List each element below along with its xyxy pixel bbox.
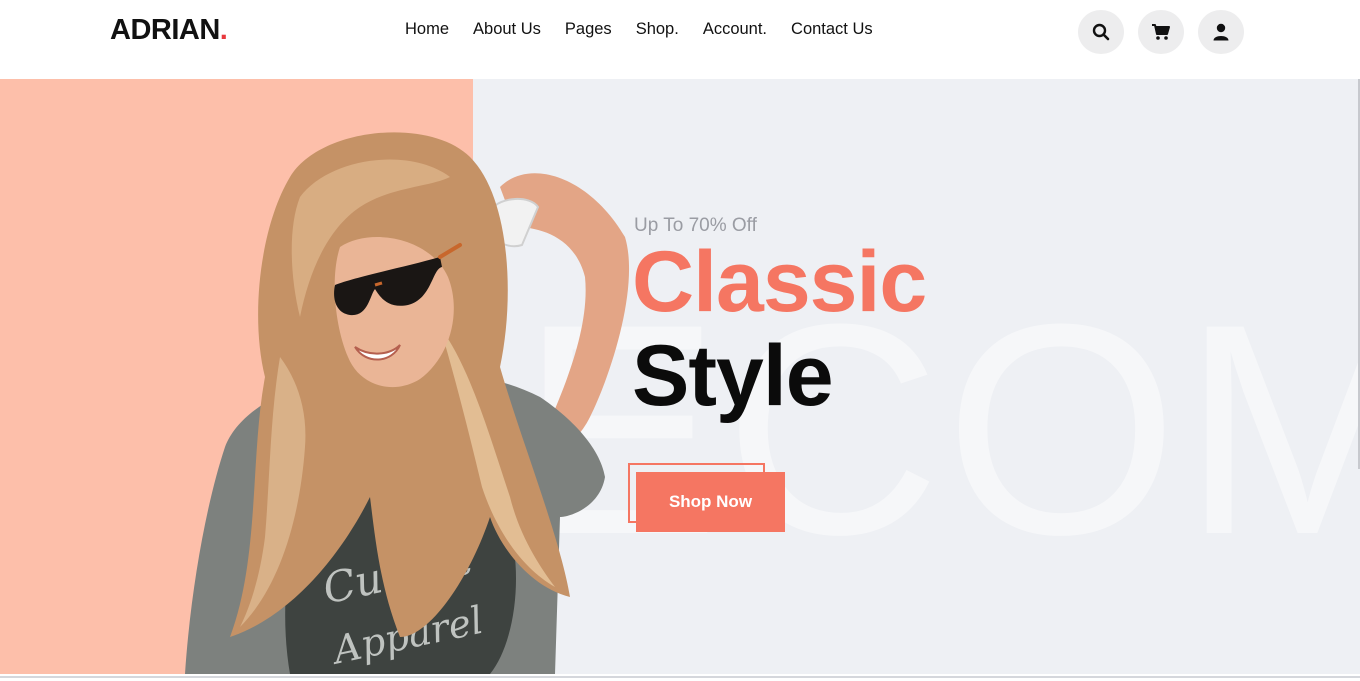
header-actions bbox=[1078, 10, 1244, 54]
hero-title-line-2: Style bbox=[632, 328, 834, 424]
cart-button[interactable] bbox=[1138, 10, 1184, 54]
logo-dot: . bbox=[219, 14, 228, 46]
search-icon bbox=[1092, 23, 1110, 41]
nav-contact-us[interactable]: Contact Us bbox=[791, 20, 873, 39]
logo-text: ADRIAN bbox=[110, 14, 220, 46]
site-header: ADRIAN. Home About Us Pages Shop. Accoun… bbox=[0, 0, 1360, 79]
nav-account[interactable]: Account. bbox=[703, 20, 767, 39]
hero-model-image: Culprit Apparel bbox=[185, 132, 630, 674]
cart-icon bbox=[1152, 24, 1170, 40]
hero-banner: ECOM Culprit Apparel Up To 70% Off Class… bbox=[0, 79, 1360, 674]
nav-pages[interactable]: Pages bbox=[565, 20, 612, 39]
user-icon bbox=[1213, 23, 1229, 41]
search-button[interactable] bbox=[1078, 10, 1124, 54]
account-button[interactable] bbox=[1198, 10, 1244, 54]
nav-home[interactable]: Home bbox=[405, 20, 449, 39]
nav-shop[interactable]: Shop. bbox=[636, 20, 679, 39]
shop-now-button[interactable]: Shop Now bbox=[636, 472, 785, 532]
nav-about-us[interactable]: About Us bbox=[473, 20, 541, 39]
hero-bottom-divider bbox=[0, 676, 1360, 678]
hero-title-line-1: Classic bbox=[632, 234, 927, 330]
brand-logo[interactable]: ADRIAN. bbox=[110, 14, 228, 47]
main-nav: Home About Us Pages Shop. Account. Conta… bbox=[405, 20, 873, 39]
